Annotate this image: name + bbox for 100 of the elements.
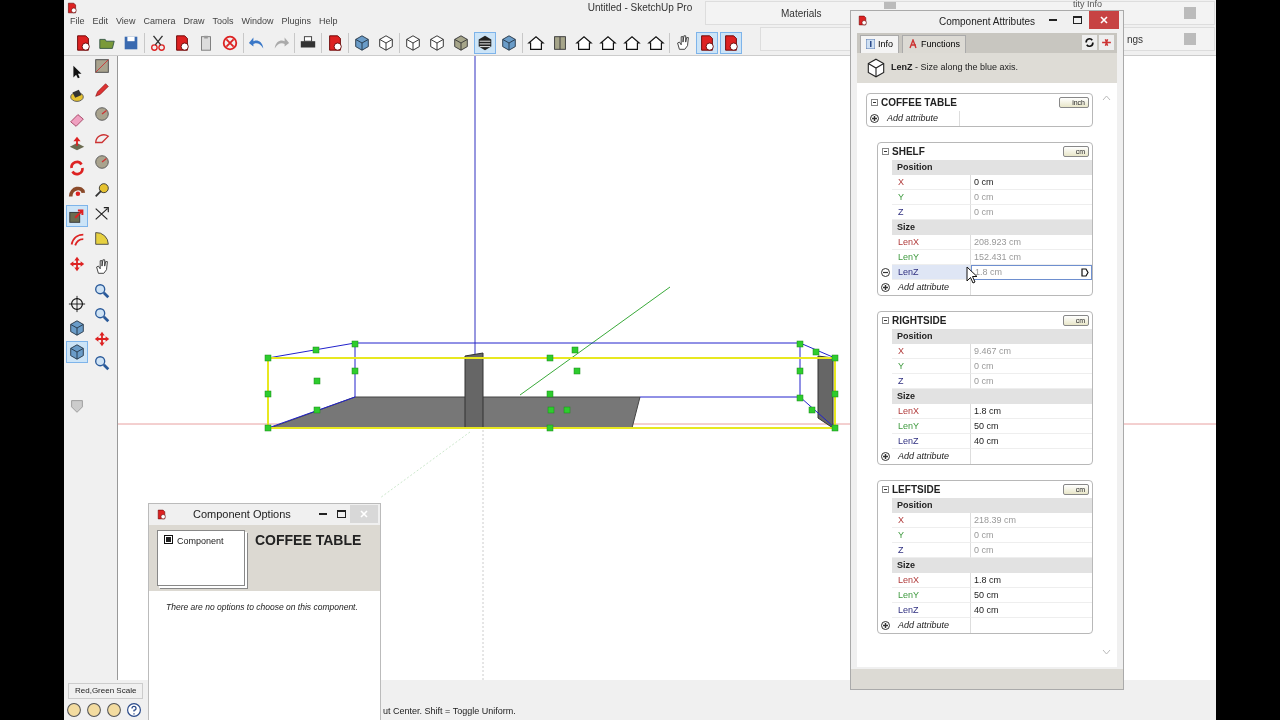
dimension-icon	[93, 205, 111, 223]
toolbar-button[interactable]	[66, 341, 88, 363]
menu-item[interactable]: Tools	[208, 15, 238, 29]
pencil-icon	[93, 81, 111, 99]
page-icon	[722, 33, 740, 52]
refresh-button[interactable]	[1082, 35, 1097, 50]
menu-item[interactable]: Edit	[88, 15, 113, 29]
add-icon[interactable]	[880, 452, 890, 461]
push-pull-icon	[68, 135, 86, 153]
attribute-name[interactable]: Y	[892, 190, 971, 205]
tab[interactable]: Functions	[902, 34, 967, 53]
page-icon	[74, 33, 92, 52]
close-button[interactable]	[1089, 11, 1119, 29]
bucket-icon	[68, 87, 86, 105]
attribute-name[interactable]: LenZ	[892, 434, 971, 449]
menu-item[interactable]: Camera	[139, 15, 180, 29]
close-icon	[1100, 16, 1108, 24]
minimize-icon	[319, 513, 327, 515]
group-header: Size	[892, 558, 1092, 573]
add-icon[interactable]	[880, 283, 890, 292]
tab[interactable]: Info	[860, 34, 899, 53]
component-icon	[164, 535, 173, 544]
menu-item[interactable]: View	[112, 15, 140, 29]
collapse-icon[interactable]	[881, 148, 889, 155]
maximize-icon	[1072, 16, 1082, 24]
scissors-icon	[149, 33, 167, 52]
attribute-value[interactable]: 1.8 cm	[971, 573, 1092, 588]
house-icon	[623, 33, 641, 52]
house-icon	[527, 33, 545, 52]
attribute-value[interactable]: 0 cm	[971, 175, 1092, 190]
tray-title[interactable]: Materials	[781, 6, 822, 21]
cube-icon	[353, 33, 371, 52]
attribute-name[interactable]: LenX	[892, 235, 971, 250]
attribute-name[interactable]: LenZ	[892, 265, 971, 280]
menu-item[interactable]: Help	[315, 15, 342, 29]
attribute-value[interactable]: 50 cm	[971, 588, 1092, 603]
rotate-icon	[68, 159, 86, 177]
attribute-name[interactable]: LenY	[892, 588, 971, 603]
attribute-value[interactable]: 50 cm	[971, 419, 1092, 434]
collapse-icon[interactable]	[881, 486, 889, 493]
toolbar-button[interactable]	[720, 31, 742, 54]
no-sign-icon	[221, 33, 239, 52]
menu-item[interactable]: Window	[237, 15, 278, 29]
collapse-icon[interactable]	[870, 99, 878, 106]
dialog-title: Component Attributes	[938, 14, 1036, 29]
circle-icon	[66, 702, 82, 718]
rectangle-icon	[93, 57, 111, 75]
menu-item[interactable]: Draw	[179, 15, 209, 29]
function-icon	[908, 39, 918, 50]
protractor-icon	[93, 229, 111, 247]
add-attribute-link[interactable]: Add attribute	[881, 111, 960, 126]
remove-icon[interactable]	[880, 268, 890, 277]
component-name: SHELF	[892, 145, 926, 159]
tape-icon	[93, 181, 111, 199]
cube-icon	[68, 343, 86, 361]
add-attribute-link[interactable]: Add attribute	[892, 618, 971, 633]
toolbar-button[interactable]	[474, 31, 496, 54]
component-name: RIGHTSIDE	[892, 314, 948, 328]
logo-icon	[156, 509, 167, 520]
cube-icon	[377, 33, 395, 52]
maximize-icon	[336, 510, 346, 518]
attribute-name[interactable]: Y	[892, 359, 971, 374]
circle-icon	[86, 702, 102, 718]
tray-title[interactable]: ngs	[1127, 32, 1144, 47]
attribute-value[interactable]: 40 cm	[971, 603, 1092, 618]
add-icon[interactable]	[869, 114, 879, 123]
group-header: Position	[892, 160, 1092, 175]
component-name: LEFTSIDE	[892, 483, 942, 497]
menu-item[interactable]: File	[66, 15, 89, 29]
page-icon	[326, 33, 344, 52]
attribute-name[interactable]: X	[892, 175, 971, 190]
attribute-value[interactable]: 1.8 cm	[971, 404, 1092, 419]
add-attribute-link[interactable]: Add attribute	[892, 449, 971, 464]
cube-icon	[404, 33, 422, 52]
group-header: Position	[892, 329, 1092, 344]
cube-icon	[476, 33, 494, 52]
page-icon	[698, 33, 716, 52]
attribute-name[interactable]: LenX	[892, 404, 971, 419]
attribute-name[interactable]: LenX	[892, 573, 971, 588]
collapse-icon[interactable]	[881, 317, 889, 324]
attribute-name[interactable]: Y	[892, 528, 971, 543]
attribute-name[interactable]: LenZ	[892, 603, 971, 618]
attribute-name[interactable]: X	[892, 344, 971, 359]
toolbar-button[interactable]	[696, 31, 718, 54]
page-icon	[173, 33, 191, 52]
add-icon[interactable]	[880, 621, 890, 630]
attribute-name[interactable]: X	[892, 513, 971, 528]
attribute-name[interactable]: LenY	[892, 419, 971, 434]
menu-item[interactable]: Plugins	[277, 15, 315, 29]
close-icon	[360, 510, 368, 518]
toolbar-button[interactable]	[66, 205, 88, 227]
shield-icon	[68, 397, 86, 415]
attribute-value[interactable]: 40 cm	[971, 434, 1092, 449]
cube-icon	[452, 33, 470, 52]
logo-icon	[857, 15, 868, 26]
toolbar-button[interactable]	[66, 293, 88, 315]
house-icon	[575, 33, 593, 52]
magnifier-icon	[93, 354, 111, 372]
eraser-icon	[68, 111, 86, 129]
tray-title[interactable]: tity Info	[1073, 0, 1102, 9]
